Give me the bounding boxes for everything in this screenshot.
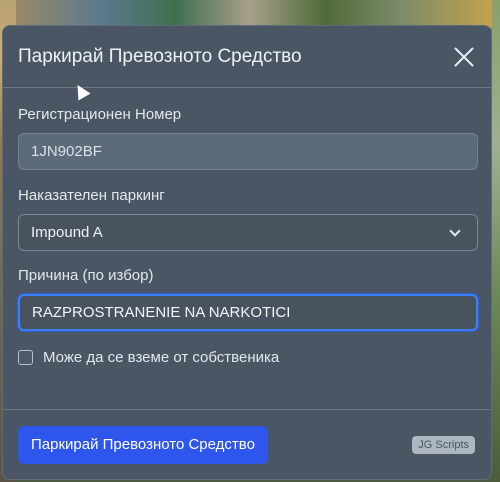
parking-selected-value: Impound A [31, 224, 103, 241]
impound-submit-button[interactable]: Паркирай Превозното Средство [18, 425, 268, 464]
chevron-down-icon [449, 224, 461, 237]
jg-scripts-badge: JG Scripts [412, 435, 475, 454]
game-background-top [0, 0, 500, 28]
modal-footer: Паркирай Превозното Средство JG Scripts [3, 409, 491, 479]
parking-label: Наказателен паркинг [18, 187, 165, 204]
owner-checkbox-row[interactable]: Може да се вземе от собственика [18, 349, 475, 366]
close-icon[interactable] [453, 46, 475, 68]
reason-value: RAZPROSTRANENIE NA NARKOTICI [32, 304, 291, 321]
game-background-right [492, 0, 500, 482]
plate-value: 1JN902BF [31, 143, 102, 160]
reason-input[interactable]: RAZPROSTRANENIE NA NARKOTICI [18, 294, 478, 331]
owner-checkbox-label: Може да се вземе от собственика [43, 349, 280, 366]
modal-title: Паркирай Превозното Средство [18, 45, 302, 67]
plate-label: Регистрационен Номер [18, 106, 182, 123]
plate-field: 1JN902BF [18, 133, 478, 170]
modal-body: Регистрационен Номер 1JN902BF Наказателе… [3, 88, 491, 366]
owner-checkbox[interactable] [18, 350, 33, 365]
modal-header: Паркирай Превозното Средство [3, 26, 491, 88]
parking-select[interactable]: Impound A [18, 214, 478, 251]
reason-label: Причина (по избор) [18, 267, 154, 284]
